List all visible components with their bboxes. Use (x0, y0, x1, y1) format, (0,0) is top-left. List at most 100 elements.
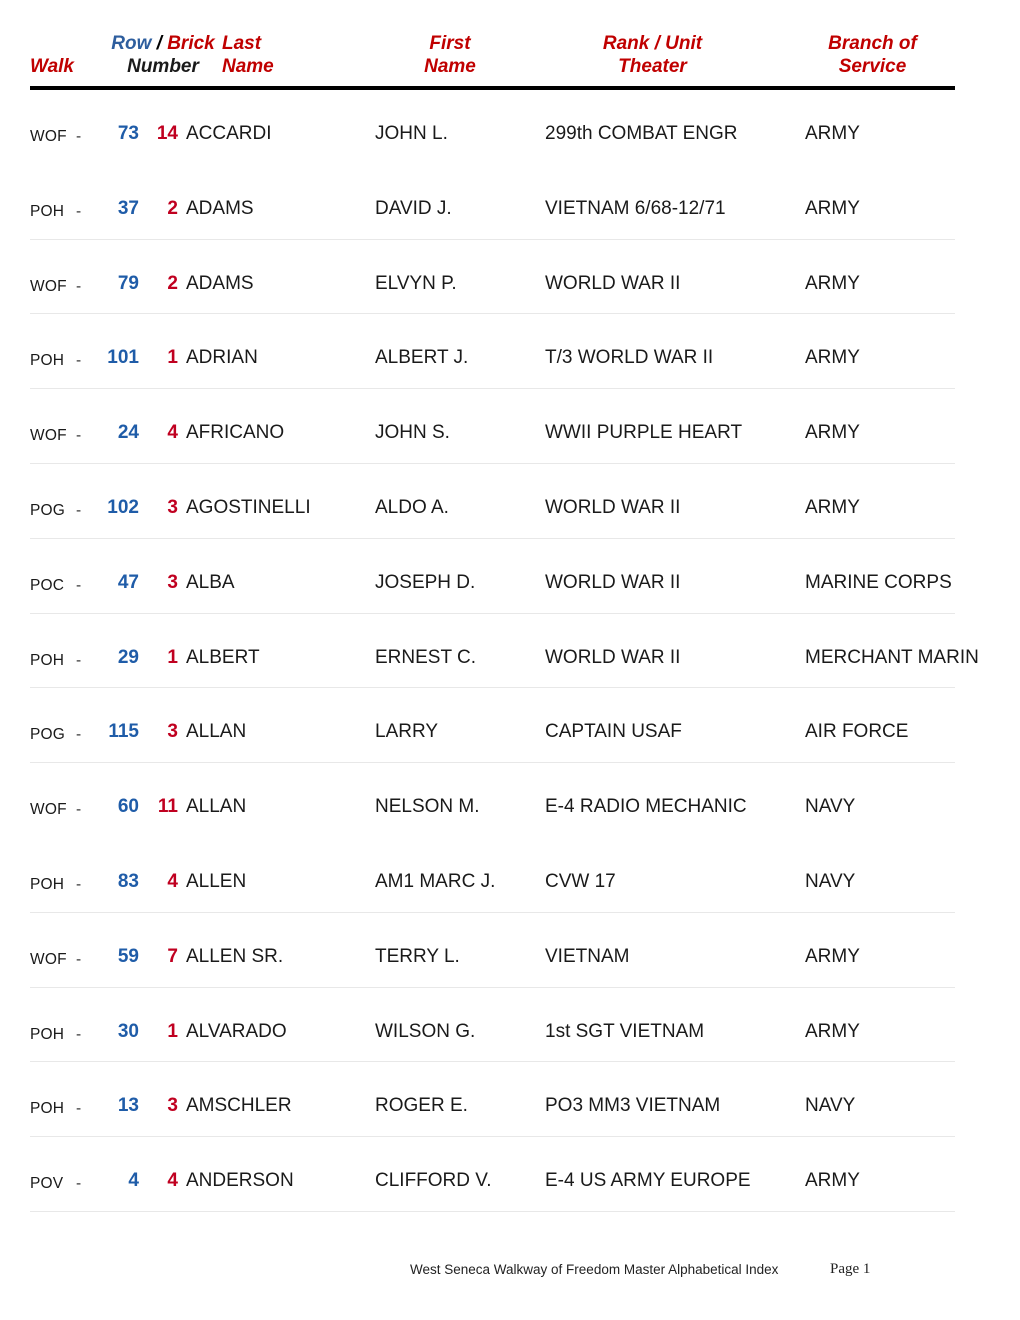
cell-row-number: 101 (107, 347, 139, 369)
table-row: POG - 102 3 AGOSTINELLI ALDO A. WORLD WAR II AR… (0, 464, 1020, 539)
cell-first-name: JOSEPH D. (375, 571, 476, 593)
footer-page-number: Page 1 (830, 1261, 871, 1277)
cell-dash: - (76, 950, 82, 968)
cell-walk-code: WOF (30, 277, 67, 295)
page-clip: Walk Row / Brick Number Last Name First … (0, 0, 1020, 1320)
cell-first-name: JOHN L. (375, 123, 448, 144)
cell-branch: ARMY (805, 123, 860, 144)
cell-rank-unit: VIETNAM (545, 945, 630, 967)
cell-first-name: CLIFFORD V. (375, 1170, 492, 1192)
cell-dash: - (76, 352, 82, 370)
column-header-first-name-line2: Name (424, 56, 476, 77)
cell-brick-number: 2 (167, 272, 178, 294)
table-row: WOF - 79 2 ADAMS ELVYN P. WORLD WAR II ARMY (0, 240, 1020, 315)
cell-row-number: 13 (117, 1095, 139, 1117)
cell-last-name: AMSCHLER (186, 1095, 292, 1117)
cell-last-name: ALLEN (186, 870, 247, 892)
cell-first-name: NELSON M. (375, 796, 480, 818)
cell-first-name: ELVYN P. (375, 272, 457, 294)
column-header-slash: / (156, 33, 162, 54)
cell-branch: ARMY (805, 1020, 860, 1042)
cell-last-name: ALVARADO (186, 1020, 287, 1042)
cell-brick-number: 14 (156, 123, 178, 144)
cell-branch: AIR FORCE (805, 721, 909, 743)
cell-last-name: ADAMS (186, 272, 254, 294)
cell-rank-unit: PO3 MM3 VIETNAM (545, 1095, 721, 1117)
cell-brick-number: 11 (157, 796, 178, 818)
table-row: POH - 29 1 ALBERT ERNEST C. WORLD WAR II MERCHA… (0, 614, 1020, 689)
cell-first-name: TERRY L. (375, 945, 460, 967)
cell-rank-unit: E-4 RADIO MECHANIC (545, 796, 747, 818)
cell-row-number: 73 (117, 123, 139, 144)
cell-walk-code: WOF (30, 427, 67, 445)
table-row: POC - 47 3 ALBA JOSEPH D. WORLD WAR II MARINE C… (0, 539, 1020, 614)
cell-rank-unit: T/3 WORLD WAR II (545, 347, 714, 369)
cell-branch: ARMY (805, 347, 860, 369)
cell-walk-code: POC (30, 576, 65, 594)
cell-first-name: DAVID J. (375, 197, 452, 219)
cell-branch: ARMY (805, 272, 860, 294)
column-header-row-brick: Row / Brick (88, 32, 238, 55)
column-header-walk: Walk (30, 56, 75, 77)
cell-walk-code: WOF (30, 801, 67, 819)
cell-brick-number: 3 (167, 1095, 178, 1117)
cell-branch: ARMY (805, 1170, 860, 1192)
table-row: POG - 115 3 ALLAN LARRY CAPTAIN USAF AIR FORCE (0, 688, 1020, 764)
cell-last-name: ANDERSON (186, 1170, 294, 1192)
cell-row-number: 79 (117, 272, 139, 294)
cell-walk-code: POG (30, 501, 66, 519)
cell-dash: - (76, 875, 82, 893)
cell-first-name: ERNEST C. (375, 646, 477, 668)
cell-branch: NAVY (805, 1095, 856, 1117)
cell-rank-unit: 299th COMBAT ENGR (545, 123, 738, 144)
cell-first-name: ROGER E. (375, 1095, 468, 1117)
table-row: WOF - 24 4 AFRICANO JOHN S. WWII PURPLE HEART A… (0, 389, 1020, 464)
table-body: WOF -73 14 ACCARDI JOHN L. 299th COMBAT ENGR A… (0, 90, 1020, 1212)
cell-last-name: AFRICANO (186, 422, 285, 444)
cell-row-number: 47 (117, 571, 139, 593)
cell-first-name: WILSON G. (375, 1020, 476, 1042)
page-footer: West Seneca Walkway of Freedom Master Al… (0, 1261, 1020, 1292)
table-row: WOF - 73 14 ACCARDI JOHN L. 299th COMBAT ENGR A… (0, 90, 1020, 165)
cell-first-name: AM1 MARC J. (375, 870, 496, 892)
cell-row-number: 83 (117, 870, 139, 892)
cell-branch: ARMY (805, 945, 860, 967)
cell-dash: - (76, 128, 82, 145)
cell-dash: - (76, 726, 82, 744)
column-header-row: Row (111, 33, 152, 54)
table-row: WOF - 60 11 ALLAN NELSON M. E-4 RADIO MECHANIC… (0, 763, 1020, 838)
cell-row-number: 4 (128, 1170, 139, 1192)
cell-rank-unit: 1st SGT VIETNAM (545, 1020, 705, 1042)
cell-rank-unit: WORLD WAR II (545, 646, 681, 668)
cell-row-number: 102 (107, 496, 139, 518)
cell-rank-unit: VIETNAM 6/68-12/71 (545, 197, 726, 219)
cell-first-name: ALDO A. (375, 496, 449, 518)
cell-brick-number: 7 (167, 945, 178, 967)
cell-brick-number: 4 (167, 1170, 178, 1192)
cell-walk-code: POG (30, 726, 66, 744)
cell-brick-number: 4 (167, 422, 178, 444)
cell-brick-number: 3 (167, 721, 178, 743)
column-header-last-name-line2: Name (222, 56, 274, 77)
column-header-branch-line1: Branch of (828, 33, 917, 54)
cell-last-name: AGOSTINELLI (186, 496, 311, 518)
cell-branch: MERCHANT MARIN (805, 646, 979, 668)
cell-dash: - (76, 651, 82, 669)
cell-last-name: ACCARDI (186, 123, 272, 144)
cell-last-name: ALBERT (186, 646, 260, 668)
cell-brick-number: 1 (167, 646, 178, 668)
cell-rank-unit: E-4 US ARMY EUROPE (545, 1170, 751, 1192)
cell-walk-code: POH (30, 1100, 65, 1118)
footer-title: West Seneca Walkway of Freedom Master Al… (410, 1262, 779, 1277)
cell-rank-unit: CAPTAIN USAF (545, 721, 682, 743)
cell-walk-code: POH (30, 352, 65, 370)
cell-dash: - (76, 1025, 82, 1043)
cell-branch: MARINE CORPS (805, 571, 952, 593)
row-separator (30, 1210, 955, 1212)
cell-last-name: ALLEN SR. (186, 945, 284, 967)
cell-branch: NAVY (805, 870, 856, 892)
table-row: POH - 101 1 ADRIAN ALBERT J. T/3 WORLD WAR II A… (0, 314, 1020, 390)
cell-dash: - (76, 1100, 82, 1118)
column-header-number: Number (127, 56, 199, 77)
column-header-rank-unit-line1: Rank / Unit (602, 33, 703, 54)
